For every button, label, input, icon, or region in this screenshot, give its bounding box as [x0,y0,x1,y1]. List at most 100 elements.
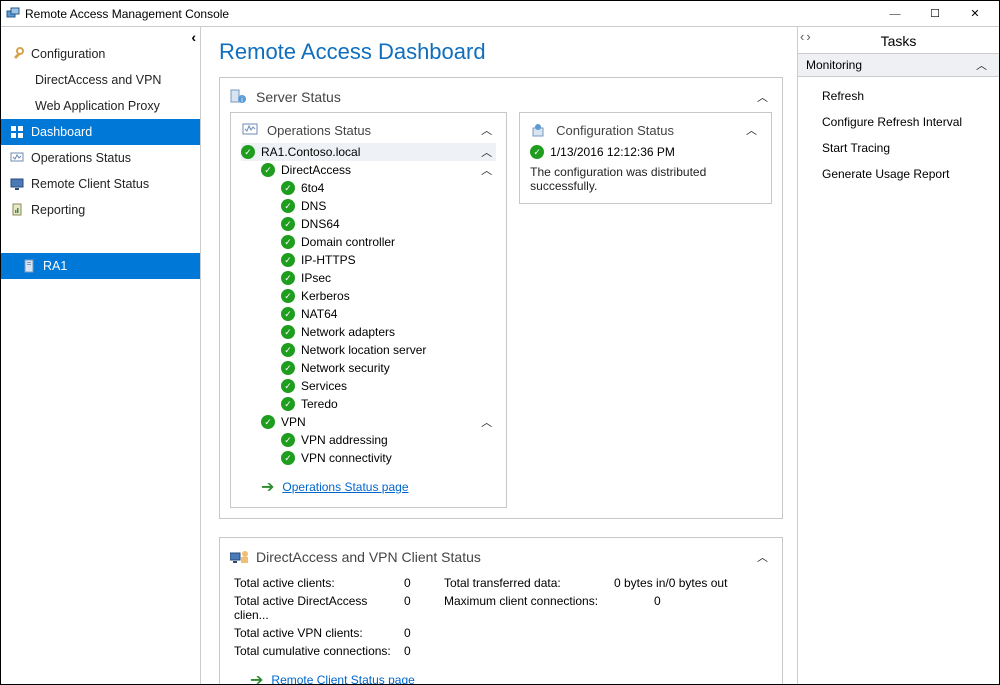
wrench-icon [9,46,25,62]
nav-dashboard[interactable]: Dashboard [1,119,200,145]
subpanel-header-operations[interactable]: Operations Status ︿ [241,119,496,143]
tree-label: RA1.Contoso.local [261,145,360,159]
tree-item[interactable]: 6to4 [241,179,496,197]
status-icon [9,150,25,166]
close-button[interactable]: ✕ [955,2,995,26]
tree-node-directaccess[interactable]: DirectAccess ︿ [241,161,496,179]
panel-header-server-status[interactable]: i Server Status ︿ [230,86,772,112]
nav-reporting[interactable]: Reporting [1,197,200,223]
remote-client-status-link[interactable]: Remote Client Status page [271,673,414,684]
stat-value: 0 [404,626,444,640]
nav-label: Reporting [31,203,85,217]
tree-label: VPN addressing [301,433,388,447]
tree-label: Kerberos [301,289,350,303]
tree-label: Network location server [301,343,426,357]
tree-node-vpn[interactable]: VPN ︿ [241,413,496,431]
tree-label: IPsec [301,271,331,285]
config-timestamp: 1/13/2016 12:12:36 PM [550,145,675,159]
stat-value: 0 [404,594,444,622]
nav-label: RA1 [43,259,67,273]
tree-item[interactable]: IP-HTTPS [241,251,496,269]
nav-web-application-proxy[interactable]: Web Application Proxy [1,93,200,119]
tree-item[interactable]: Domain controller [241,233,496,251]
tasks-scroll-right-icon[interactable]: › [806,29,810,44]
subpanel-heading-text: Operations Status [267,123,371,138]
tasks-scroll-left-icon[interactable]: ‹ [800,29,804,44]
task-item[interactable]: Configure Refresh Interval [798,109,999,135]
server-status-body: Operations Status ︿ RA1.Contoso.local ︿ … [230,112,772,508]
config-timestamp-row: 1/13/2016 12:12:36 PM [530,145,761,159]
server-status-icon: i [230,88,248,106]
minimize-button[interactable]: — [875,2,915,26]
collapse-icon[interactable]: ︿ [753,549,772,565]
task-item[interactable]: Refresh [798,83,999,109]
tree-label: DirectAccess [281,163,351,177]
maximize-button[interactable]: ☐ [915,2,955,26]
operations-status-link[interactable]: Operations Status page [282,480,408,494]
tree-item[interactable]: VPN connectivity [241,449,496,467]
tree-item[interactable]: DNS [241,197,496,215]
collapse-icon[interactable]: ︿ [477,414,496,430]
tree-item[interactable]: Network security [241,359,496,377]
collapse-icon[interactable]: ︿ [477,122,496,138]
operations-tree: RA1.Contoso.local ︿ DirectAccess ︿ 6to4D… [241,143,496,467]
operations-link-row: ➔ Operations Status page [241,477,496,497]
tree-label: Teredo [301,397,338,411]
tasks-section-monitoring[interactable]: Monitoring ︿ [798,53,999,77]
tree-item[interactable]: Kerberos [241,287,496,305]
stat-label: Total cumulative connections: [234,644,404,658]
subpanel-heading-text: Configuration Status [556,123,674,138]
nav-label: DirectAccess and VPN [35,73,161,87]
stat-label: Maximum client connections: [444,594,614,622]
tree-node-server[interactable]: RA1.Contoso.local ︿ [241,143,496,161]
task-item[interactable]: Start Tracing [798,135,999,161]
collapse-icon[interactable]: ︿ [477,162,496,178]
tree-item[interactable]: Teredo [241,395,496,413]
status-ok-icon [281,271,295,285]
tasks-pane: ‹ › Tasks Monitoring ︿ RefreshConfigure … [797,27,999,684]
stat-label: Total active clients: [234,576,404,590]
status-ok-icon [281,451,295,465]
app-icon [5,6,21,22]
collapse-icon[interactable]: ︿ [742,122,761,138]
nav-collapse-icon[interactable]: ‹ [191,29,196,45]
subpanel-header-config[interactable]: Configuration Status ︿ [530,119,761,143]
dashboard-icon [9,124,25,140]
status-ok-icon [281,397,295,411]
stat-label: Total transferred data: [444,576,614,590]
config-heading-icon [530,121,548,139]
panel-client-status: DirectAccess and VPN Client Status ︿ Tot… [219,537,783,684]
tree-item[interactable]: IPsec [241,269,496,287]
status-ok-icon [281,235,295,249]
stat-value: 0 bytes in/0 bytes out [614,576,774,590]
config-message: The configuration was distributed succes… [530,165,761,193]
arrow-right-icon: ➔ [250,670,263,684]
tree-item[interactable]: Services [241,377,496,395]
nav-operations-status[interactable]: Operations Status [1,145,200,171]
main-area: Remote Access Dashboard i Server Status … [201,27,797,684]
collapse-icon[interactable]: ︿ [477,144,496,160]
tree-item[interactable]: DNS64 [241,215,496,233]
tree-item[interactable]: VPN addressing [241,431,496,449]
tree-item[interactable]: Network location server [241,341,496,359]
tree-label: Domain controller [301,235,395,249]
status-ok-icon [530,145,544,159]
collapse-icon[interactable]: ︿ [753,89,772,105]
nav-configuration[interactable]: Configuration [1,41,200,67]
collapse-icon[interactable]: ︿ [972,57,991,73]
tree-item[interactable]: Network adapters [241,323,496,341]
tree-label: DNS64 [301,217,340,231]
tree-label: Services [301,379,347,393]
nav-directaccess-vpn[interactable]: DirectAccess and VPN [1,67,200,93]
status-ok-icon [281,433,295,447]
task-item[interactable]: Generate Usage Report [798,161,999,187]
stat-label: Total active VPN clients: [234,626,404,640]
nav-server-ra1[interactable]: RA1 [1,253,200,279]
tree-label: VPN [281,415,306,429]
tree-label: VPN connectivity [301,451,392,465]
panel-heading-text: DirectAccess and VPN Client Status [256,549,481,565]
panel-header-client-status[interactable]: DirectAccess and VPN Client Status ︿ [230,546,772,572]
tree-item[interactable]: NAT64 [241,305,496,323]
nav-remote-client-status[interactable]: Remote Client Status [1,171,200,197]
status-ok-icon [241,145,255,159]
